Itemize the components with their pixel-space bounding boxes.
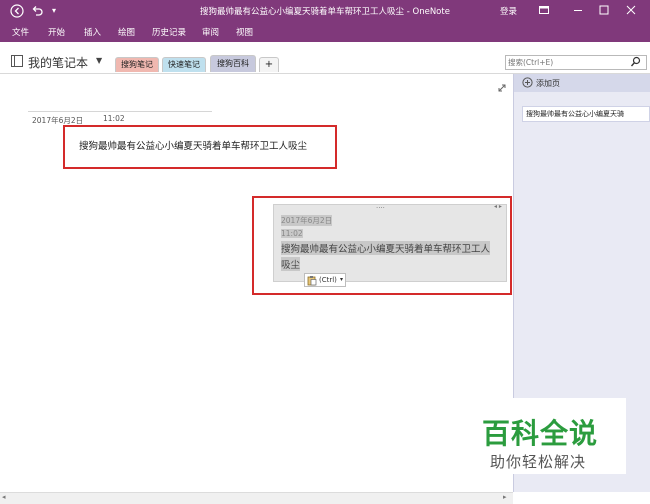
scroll-right-icon[interactable]: ▸ [503, 493, 507, 501]
section-tab-quick-notes[interactable]: 快速笔记 [162, 57, 206, 72]
pasted-date: 2017年6月2日 [281, 215, 333, 226]
clipboard-icon [307, 275, 317, 289]
note-resize-arrows[interactable]: ◂ ▸ [494, 203, 502, 210]
section-tab-label: 搜狗百科 [217, 59, 249, 68]
title-bar: ▾ 搜狗最帅最有公益心小编夏天骑着单车帮环卫工人吸尘 - OneNote 登录 [0, 0, 650, 22]
search-box[interactable] [505, 55, 647, 70]
minimize-icon[interactable] [572, 4, 584, 19]
close-icon[interactable] [625, 4, 637, 19]
paste-options-dropdown-icon: ▾ [340, 276, 344, 283]
add-page-label: 添加页 [536, 79, 560, 88]
paste-options-label: (Ctrl) [319, 276, 337, 284]
page-list-item-label: 搜狗最帅最有公益心小编夏天骑 [526, 110, 624, 118]
search-icon[interactable] [630, 56, 641, 71]
notebook-dropdown-icon[interactable]: ▼ [96, 56, 102, 65]
section-tab-sogou-baike[interactable]: 搜狗百科 [210, 55, 256, 72]
section-tab-label: 快速笔记 [168, 60, 200, 69]
note-drag-handle[interactable]: .... [376, 202, 385, 210]
ribbon-tabs: 文件 开始 插入 绘图 历史记录 审阅 视图 [0, 22, 650, 42]
section-tab-sogou-notes[interactable]: 搜狗笔记 [115, 57, 159, 72]
expand-page-icon[interactable] [497, 83, 507, 96]
tab-review[interactable]: 审阅 [202, 26, 219, 38]
notebook-icon[interactable] [10, 54, 24, 71]
page-title-line [28, 111, 212, 112]
maximize-icon[interactable] [598, 4, 610, 19]
page-list-item[interactable]: 搜狗最帅最有公益心小编夏天骑 [522, 106, 650, 122]
login-link[interactable]: 登录 [500, 5, 517, 17]
pasted-time: 11:02 [281, 229, 303, 238]
add-page-button[interactable]: 添加页 [514, 74, 650, 92]
watermark-subtitle: 助你轻松解决 [490, 453, 587, 471]
pasted-note-container[interactable]: .... ◂ ▸ 2017年6月2日 11:02 搜狗最帅最有公益心小编夏天骑着… [273, 202, 507, 282]
search-input[interactable] [508, 56, 626, 69]
notebook-bar: 我的笔记本 ▼ 搜狗笔记 快速笔记 搜狗百科 + [0, 42, 650, 74]
tab-file[interactable]: 文件 [12, 26, 29, 38]
horizontal-scrollbar[interactable]: ◂ ▸ [0, 492, 513, 504]
add-section-button[interactable]: + [259, 57, 279, 72]
add-section-label: + [264, 59, 274, 70]
pasted-text-line-2: 吸尘 [281, 257, 301, 271]
tab-history[interactable]: 历史记录 [152, 26, 186, 38]
ribbon-display-options-icon[interactable] [538, 4, 550, 19]
pasted-text-line-1: 搜狗最帅最有公益心小编夏天骑着单车帮环卫工人 [281, 241, 491, 255]
tab-view[interactable]: 视图 [236, 26, 253, 38]
scroll-left-icon[interactable]: ◂ [2, 493, 6, 501]
tab-home[interactable]: 开始 [48, 26, 65, 38]
page-time: 11:02 [103, 114, 125, 123]
tab-insert[interactable]: 插入 [84, 26, 101, 38]
add-page-icon [522, 77, 533, 91]
paste-options-button[interactable]: (Ctrl) ▾ [304, 273, 346, 287]
watermark-title: 百科全说 [482, 417, 599, 450]
window-title: 搜狗最帅最有公益心小编夏天骑着单车帮环卫工人吸尘 - OneNote [200, 7, 450, 17]
notebook-name[interactable]: 我的笔记本 [28, 54, 88, 71]
tab-draw[interactable]: 绘图 [118, 26, 135, 38]
note-text[interactable]: 搜狗最帅最有公益心小编夏天骑着单车帮环卫工人吸尘 [79, 138, 307, 152]
watermark: 百科全说 助你轻松解决 [462, 398, 626, 474]
section-tab-label: 搜狗笔记 [121, 60, 153, 69]
